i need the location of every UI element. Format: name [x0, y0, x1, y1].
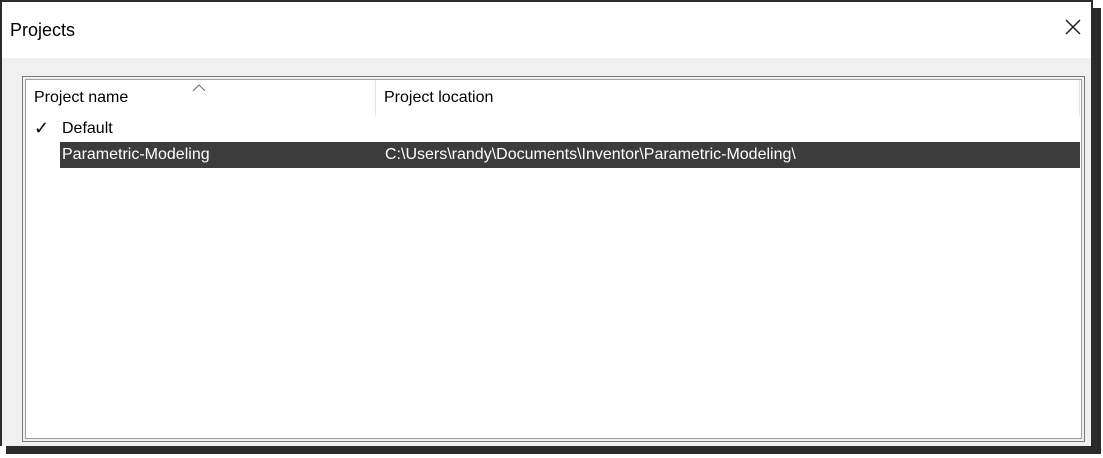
column-header-project-location[interactable]: Project location — [376, 80, 1080, 116]
project-name-cell: Parametric-Modeling — [62, 146, 210, 163]
window-shadow-bottom — [6, 446, 1101, 454]
window-shadow-right — [1093, 8, 1101, 454]
column-header-label: Project name — [34, 89, 129, 106]
close-icon — [1065, 19, 1081, 35]
project-location-cell: C:\Users\randy\Documents\Inventor\Parame… — [385, 146, 796, 163]
column-header-project-name[interactable]: Project name — [26, 80, 376, 116]
projects-list[interactable]: Project name Project location ✓ Default — [25, 79, 1082, 439]
sort-ascending-icon — [192, 84, 206, 92]
list-item[interactable]: ✓ Default — [26, 116, 1080, 142]
dialog-client-area: Project name Project location ✓ Default — [2, 58, 1091, 446]
column-header-label: Project location — [384, 89, 494, 106]
active-mark — [34, 142, 50, 168]
list-item-selected[interactable]: Parametric-Modeling C:\Users\randy\Docum… — [26, 142, 1080, 168]
project-name-cell: Default — [62, 120, 113, 137]
projects-list-frame: Project name Project location ✓ Default — [22, 76, 1085, 442]
title-bar[interactable]: Projects — [2, 2, 1091, 58]
close-button[interactable] — [1059, 14, 1087, 42]
checkmark-icon: ✓ — [34, 118, 50, 139]
projects-dialog: Projects Project name Project location ✓… — [0, 0, 1093, 446]
window-title: Projects — [10, 20, 76, 40]
list-header: Project name Project location — [26, 80, 1081, 116]
